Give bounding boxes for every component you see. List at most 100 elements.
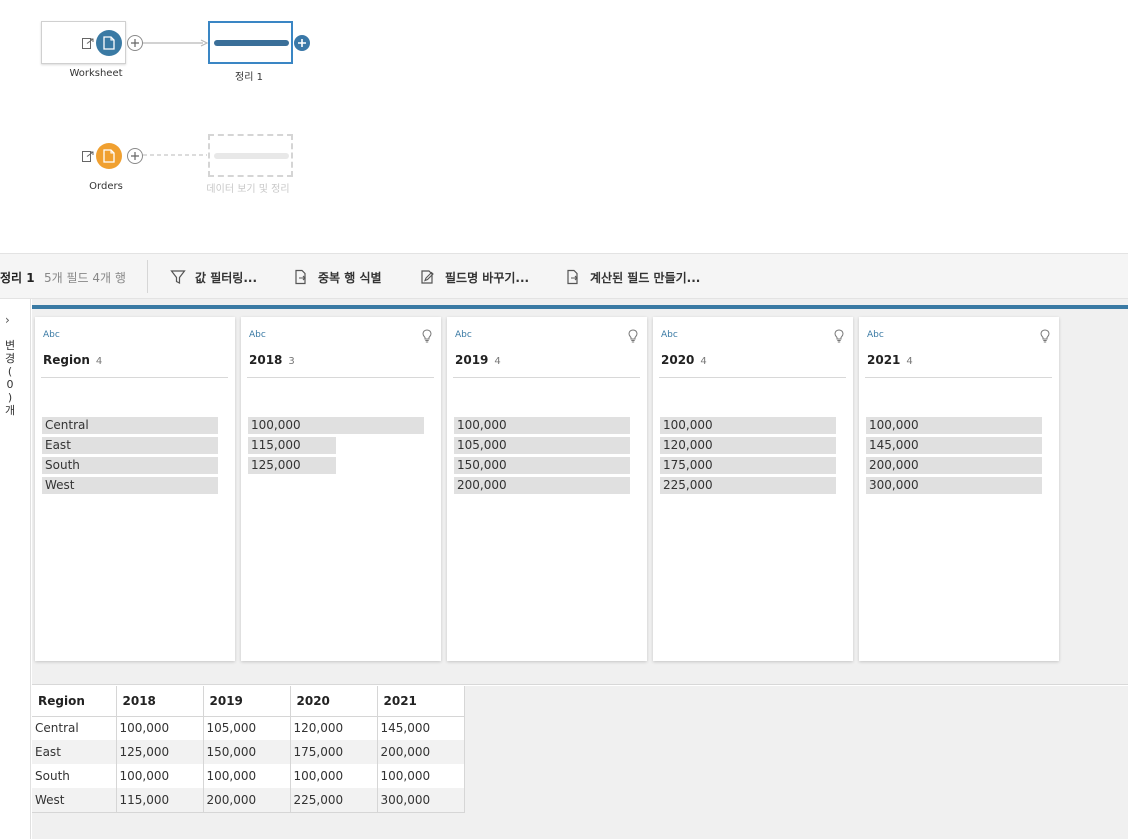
value-distribution: 100,000 120,000 175,000 225,000 — [660, 417, 840, 497]
field-distinct-count: 4 — [906, 356, 913, 367]
rename-field-button[interactable]: 필드명 바꾸기... — [420, 267, 529, 287]
grid-cell[interactable]: 100,000 — [377, 764, 465, 788]
value-bar[interactable]: 100,000 — [454, 417, 630, 434]
recommendation-bulb-icon[interactable] — [1040, 329, 1050, 343]
card-divider — [247, 377, 434, 378]
grid-cell[interactable]: 100,000 — [116, 716, 204, 740]
field-name-text: 2019 — [455, 353, 489, 367]
field-type-label[interactable]: Abc — [455, 330, 472, 340]
value-distribution: 100,000 105,000 150,000 200,000 — [454, 417, 634, 497]
field-card-2020[interactable]: Abc 2020 4 100,000 120,000 175,000 225,000 — [653, 317, 853, 661]
grid-cell[interactable]: 115,000 — [116, 788, 204, 813]
add-step-button-filled[interactable] — [294, 35, 310, 51]
toolbar-divider — [147, 260, 148, 293]
add-step-button[interactable] — [127, 35, 143, 51]
grid-cell[interactable]: 150,000 — [203, 740, 291, 764]
expand-chevron-icon[interactable]: › — [5, 313, 10, 327]
clean-step-label: 정리 1 — [235, 72, 263, 83]
value-bar[interactable]: 105,000 — [454, 437, 630, 454]
grid-cell[interactable]: East — [32, 740, 117, 764]
card-divider — [865, 377, 1052, 378]
create-calculated-field-button[interactable]: 계산된 필드 만들기... — [565, 267, 700, 287]
grid-cell[interactable]: 145,000 — [377, 716, 465, 740]
grid-header-2021[interactable]: 2021 — [377, 686, 465, 717]
value-bar[interactable]: Central — [42, 417, 218, 434]
grid-cell[interactable]: 200,000 — [377, 740, 465, 764]
table-row: West 115,000 200,000 225,000 300,000 — [32, 788, 465, 813]
grid-header-region[interactable]: Region — [32, 686, 117, 717]
changes-char: ) — [7, 391, 13, 404]
grid-cell[interactable]: 225,000 — [290, 788, 378, 813]
field-type-label[interactable]: Abc — [249, 330, 266, 340]
value-bar[interactable]: 300,000 — [866, 477, 1042, 494]
value-bar[interactable]: 200,000 — [866, 457, 1042, 474]
clean-step-node[interactable] — [208, 21, 293, 64]
value-bar[interactable]: 100,000 — [248, 417, 424, 434]
grid-cell[interactable]: South — [32, 764, 117, 788]
changes-side-panel[interactable]: › 변 경 ( 0 ) 개 — [0, 299, 31, 839]
field-distinct-count: 4 — [700, 356, 707, 367]
worksheet-input-icon[interactable] — [96, 30, 122, 56]
add-step-button[interactable] — [127, 148, 143, 164]
grid-cell[interactable]: West — [32, 788, 117, 813]
value-bar[interactable]: 100,000 — [866, 417, 1042, 434]
field-card-region[interactable]: Abc Region 4 Central East South West — [35, 317, 235, 661]
value-distribution: 100,000 145,000 200,000 300,000 — [866, 417, 1046, 497]
grid-cell[interactable]: 105,000 — [203, 716, 291, 740]
value-bar[interactable]: West — [42, 477, 218, 494]
grid-cell[interactable]: Central — [32, 716, 117, 740]
field-type-label[interactable]: Abc — [867, 330, 884, 340]
grid-cell[interactable]: 100,000 — [290, 764, 378, 788]
rename-field-label: 필드명 바꾸기... — [445, 270, 530, 285]
grid-cell[interactable]: 125,000 — [116, 740, 204, 764]
filter-values-button[interactable]: 값 필터링... — [170, 267, 257, 287]
field-name[interactable]: 2019 4 — [455, 353, 501, 367]
ghost-step-node[interactable] — [208, 134, 293, 177]
grid-cell[interactable]: 120,000 — [290, 716, 378, 740]
value-bar[interactable]: 145,000 — [866, 437, 1042, 454]
field-name[interactable]: 2020 4 — [661, 353, 707, 367]
grid-header-2020[interactable]: 2020 — [290, 686, 378, 717]
grid-cell[interactable]: 100,000 — [203, 764, 291, 788]
value-bar[interactable]: 100,000 — [660, 417, 836, 434]
value-bar[interactable]: 120,000 — [660, 437, 836, 454]
changes-char: 개 — [4, 404, 16, 417]
grid-cell[interactable]: 100,000 — [116, 764, 204, 788]
ghost-step-bar — [214, 153, 289, 159]
grid-header-2019[interactable]: 2019 — [203, 686, 291, 717]
grid-cell[interactable]: 175,000 — [290, 740, 378, 764]
orders-input-icon[interactable] — [96, 143, 122, 169]
field-name-text: Region — [43, 353, 90, 367]
field-distinct-count: 3 — [288, 356, 295, 367]
step-meta: 5개 필드 4개 행 — [44, 271, 126, 285]
grid-header-2018[interactable]: 2018 — [116, 686, 204, 717]
value-bar[interactable]: 125,000 — [248, 457, 336, 474]
field-type-label[interactable]: Abc — [661, 330, 678, 340]
field-card-2021[interactable]: Abc 2021 4 100,000 145,000 200,000 300,000 — [859, 317, 1059, 661]
recommendation-bulb-icon[interactable] — [834, 329, 844, 343]
recommendation-bulb-icon[interactable] — [422, 329, 432, 343]
identify-duplicates-label: 중복 행 식별 — [318, 270, 382, 285]
field-card-2019[interactable]: Abc 2019 4 100,000 105,000 150,000 200,000 — [447, 317, 647, 661]
ghost-step-label: 데이터 보기 및 정리 — [206, 184, 290, 195]
field-distinct-count: 4 — [95, 356, 103, 367]
value-bar[interactable]: 115,000 — [248, 437, 336, 454]
field-name[interactable]: 2021 4 — [867, 353, 913, 367]
value-bar[interactable]: South — [42, 457, 218, 474]
value-bar[interactable]: 200,000 — [454, 477, 630, 494]
identify-duplicates-button[interactable]: 중복 행 식별 — [293, 267, 382, 287]
card-divider — [453, 377, 640, 378]
value-bar[interactable]: 175,000 — [660, 457, 836, 474]
input-label-orders: Orders — [89, 181, 123, 192]
field-name[interactable]: Region 4 — [43, 353, 102, 367]
recommendation-bulb-icon[interactable] — [628, 329, 638, 343]
value-bar[interactable]: East — [42, 437, 218, 454]
value-bar[interactable]: 150,000 — [454, 457, 630, 474]
field-type-label[interactable]: Abc — [43, 330, 60, 340]
field-card-2018[interactable]: Abc 2018 3 100,000 115,000 125,000 — [241, 317, 441, 661]
field-name[interactable]: 2018 3 — [249, 353, 295, 367]
grid-cell[interactable]: 200,000 — [203, 788, 291, 813]
value-bar[interactable]: 225,000 — [660, 477, 836, 494]
clean-step-bar — [214, 40, 289, 46]
grid-cell[interactable]: 300,000 — [377, 788, 465, 813]
